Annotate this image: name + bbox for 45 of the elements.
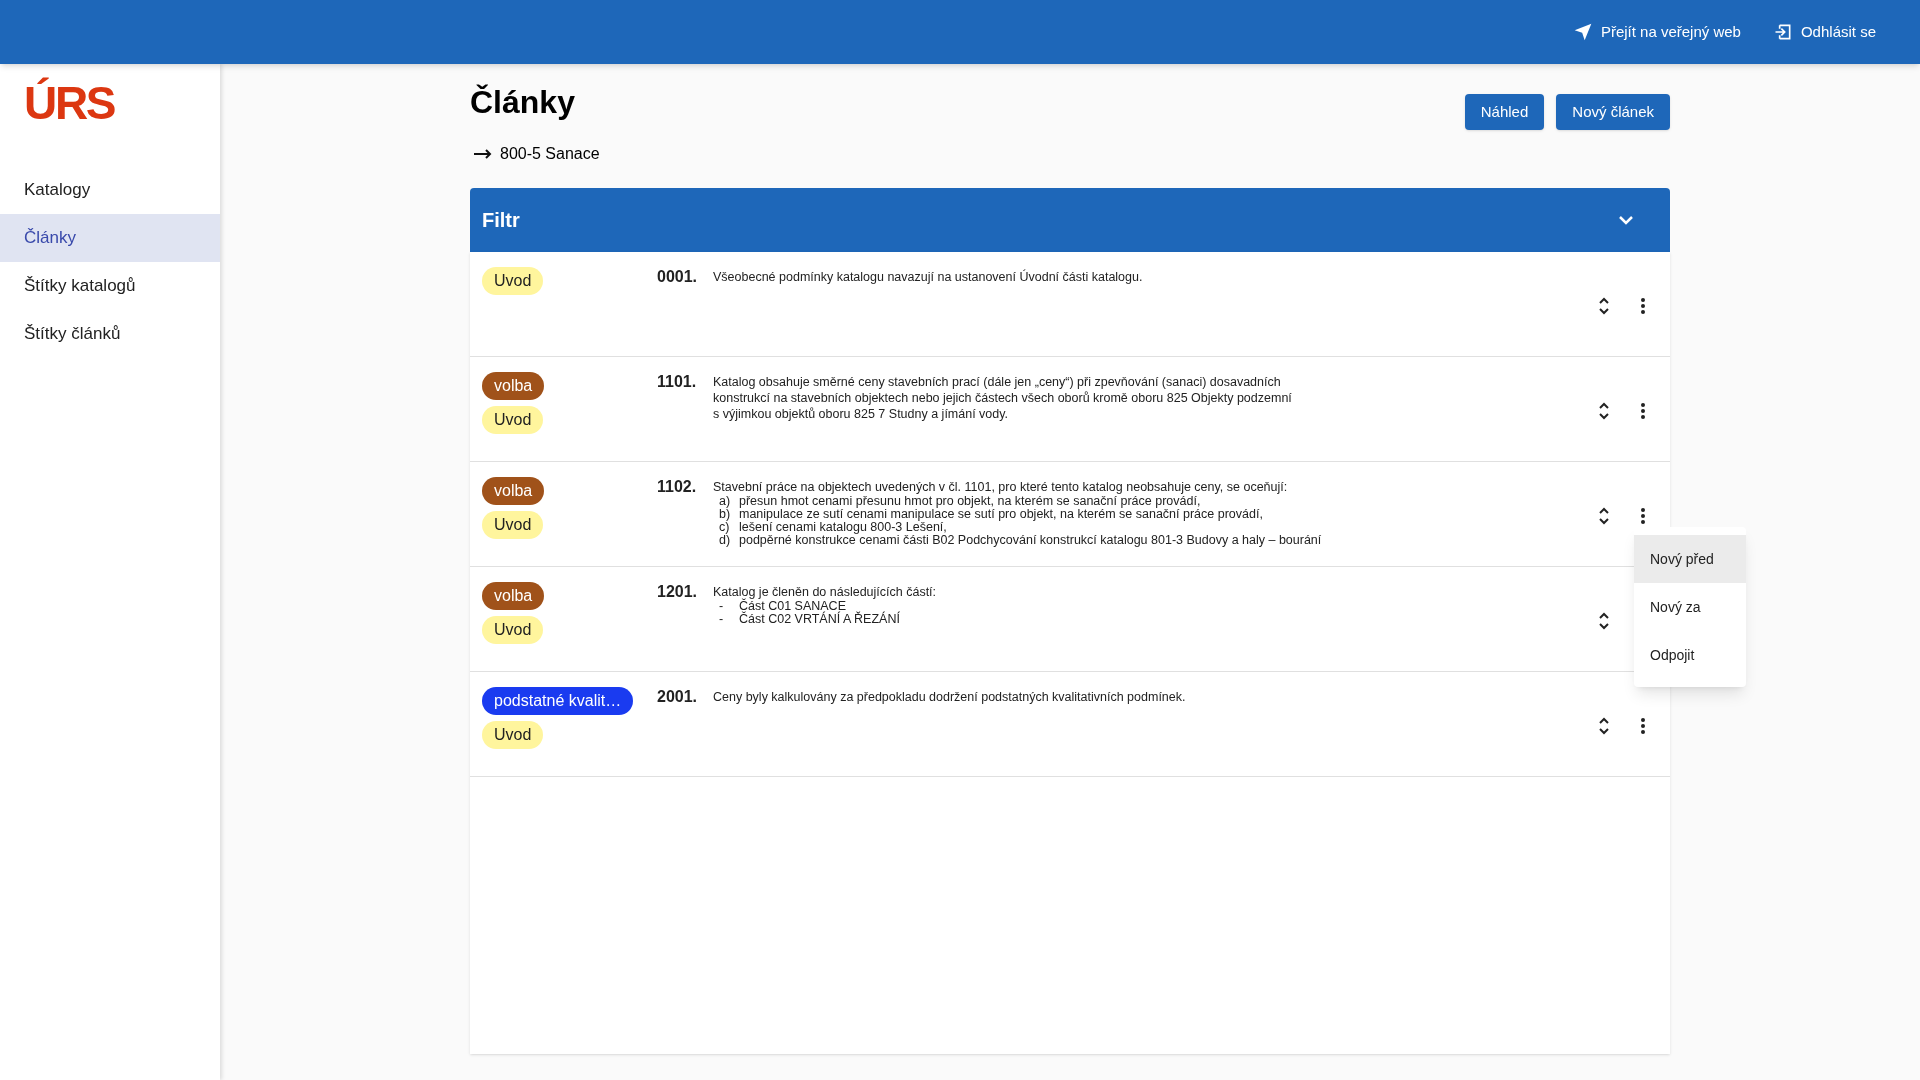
article-text: Stavební práce na objektech uvedených v čl. 1101, pro které tento katalog neobsahuje ceny, se oceňují: a) přesun hmot cenami přesunu hmot pro objekt, na kterém se sanační práce provádí, b) manipulace ze sutí cenami manipulace se sutí pro objekt, na kterém se sanační práce provádí, c) lešení cenami katalogu 800-3 Lešení, d) podpěrné konstrukce cenami části B02 Podchycování konstrukcí katalogu 801-3 Budovy a haly – bourání — [713, 479, 1323, 548]
tag-chip: Uvod — [482, 511, 544, 539]
reorder-icon[interactable] — [1598, 505, 1610, 526]
menu-item[interactable]: Nový před — [1634, 535, 1746, 583]
article-number: 1201. — [657, 582, 699, 602]
tag-chip: podstatné kvalit… — [482, 687, 634, 715]
send-icon — [1572, 22, 1593, 42]
reorder-icon[interactable] — [1598, 610, 1610, 631]
tag-chip: Uvod — [482, 616, 544, 644]
nav-item[interactable]: Katalogy — [0, 166, 220, 214]
chevron-icon — [1618, 215, 1634, 225]
more-icon[interactable] — [1640, 401, 1646, 420]
more-icon[interactable] — [1640, 506, 1646, 525]
article-text: Katalog je členěn do následujících částí: - Část C01 SANACE - Část C02 VRTÁNÍ A ŘEZÁNÍ — [713, 584, 938, 628]
tag-chip: volba — [482, 582, 545, 610]
tag-chip: volba — [482, 477, 545, 505]
reorder-icon[interactable] — [1598, 295, 1610, 316]
breadcrumb: 800-5 Sanace — [500, 144, 600, 164]
nav-item[interactable]: Štítky článků — [0, 310, 220, 358]
filter-bar[interactable]: Filtr — [470, 188, 1670, 252]
more-icon[interactable] — [1640, 296, 1646, 315]
tag-chip: volba — [482, 372, 545, 400]
reorder-icon[interactable] — [1598, 400, 1610, 421]
article-number: 1102. — [657, 477, 698, 497]
article-number: 1101. — [657, 372, 698, 392]
menu-item[interactable]: Odpojit — [1634, 631, 1746, 679]
article-text: Ceny byly kalkulovány za předpokladu dodržení podstatných kvalitativních podmínek. — [713, 689, 1187, 706]
header-link[interactable]: Odhlásit se — [1772, 20, 1876, 44]
nav-item[interactable]: Štítky katalogů — [0, 262, 220, 310]
toolbar-button[interactable]: Náhled — [1464, 94, 1545, 130]
menu-item[interactable]: Nový za — [1634, 583, 1746, 631]
more-icon[interactable] — [1640, 716, 1646, 735]
article-number: 0001. — [657, 267, 699, 287]
arrow-icon — [474, 149, 492, 159]
article-number: 2001. — [657, 687, 699, 707]
nav-item[interactable]: Články — [0, 214, 220, 262]
article-text: Všeobecné podmínky katalogu navazují na ustanovení Úvodní části katalogu. — [713, 268, 1144, 286]
article-text: Katalog obsahuje směrné ceny stavebních prací (dále jen „ceny“) při zpevňování (sanaci) dosavadních konstrukcí na stavebních objektech nebo jejich částech všech oborů kromě oboru 825 Objekty podzemní s výjimkou objektů oboru 825 7 Studny a jímání vody. — [713, 374, 1293, 423]
page-title: Články — [470, 83, 575, 122]
header-link[interactable]: Přejít na veřejný web — [1572, 20, 1741, 44]
toolbar-button[interactable]: Nový článek — [1556, 94, 1670, 130]
tag-chip: Uvod — [482, 267, 544, 295]
tag-chip: Uvod — [482, 721, 544, 749]
tag-chip: Uvod — [482, 406, 544, 434]
reorder-icon[interactable] — [1598, 715, 1610, 736]
